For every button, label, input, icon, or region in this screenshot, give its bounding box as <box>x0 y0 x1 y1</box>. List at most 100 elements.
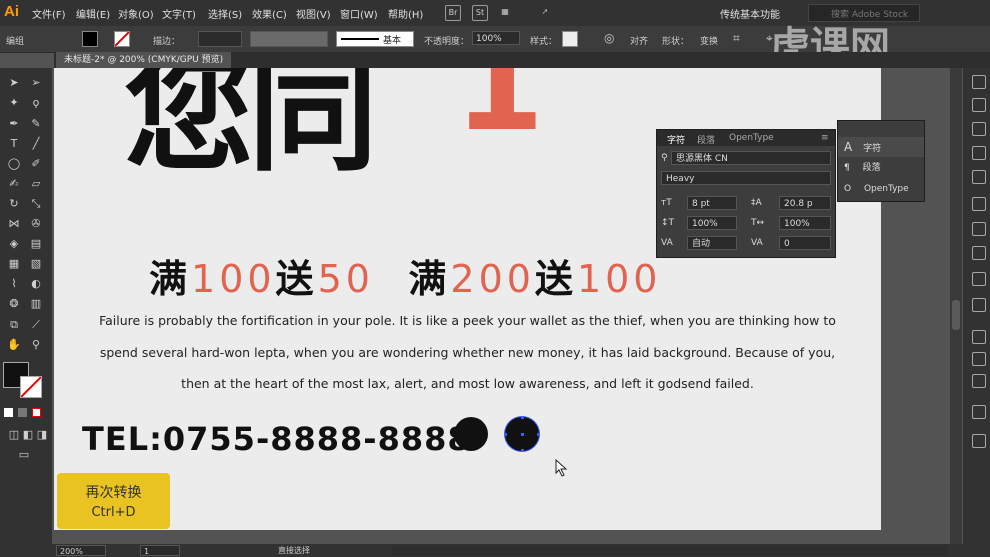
fill-swatch[interactable] <box>82 31 98 47</box>
vertical-scale-field[interactable]: 100% <box>687 216 737 230</box>
direct-selection-tool-icon[interactable]: ➢ <box>28 76 44 89</box>
recolor-icon[interactable]: ◎ <box>604 31 614 45</box>
pen-tool-icon[interactable]: ✒ <box>6 117 22 130</box>
tab-character[interactable]: 字符 <box>667 133 685 146</box>
horizontal-scrollbar[interactable] <box>392 545 948 556</box>
gradient-panel-icon[interactable] <box>972 222 986 236</box>
zoom-field[interactable]: 200% <box>56 545 106 556</box>
transparency-icon[interactable] <box>972 246 986 260</box>
transform-panel-icon[interactable] <box>972 374 986 388</box>
brush-definition-field[interactable]: 基本 <box>336 31 414 47</box>
lasso-icon[interactable]: ϙ <box>28 96 44 109</box>
tracking-field[interactable]: 0 <box>779 236 831 250</box>
brushes-icon[interactable] <box>972 146 986 160</box>
isolate-icon[interactable]: ⌗ <box>733 31 740 46</box>
anchor-point[interactable] <box>521 449 524 452</box>
pathfinder-icon[interactable] <box>972 434 986 448</box>
align-panel-icon[interactable] <box>972 405 986 419</box>
document-tab[interactable]: 未标题-2* @ 200% (CMYK/GPU 预览) <box>56 52 232 68</box>
mini-panel-opentype[interactable]: O OpenType <box>838 179 924 199</box>
menu-object[interactable]: 对象(O) <box>118 6 154 21</box>
eyedropper-icon[interactable]: ⌇ <box>6 277 22 290</box>
menu-select[interactable]: 选择(S) <box>208 6 242 21</box>
graphic-styles-icon[interactable] <box>972 298 986 312</box>
selection-tool-icon[interactable]: ➤ <box>6 76 22 89</box>
rocket-icon[interactable]: ➚ <box>538 5 552 19</box>
mini-panel-character[interactable]: A 字符 <box>838 137 924 157</box>
swatches-icon[interactable] <box>972 122 986 136</box>
symbols-icon[interactable] <box>972 170 986 184</box>
transform-button[interactable]: 变换 <box>700 34 718 47</box>
headline-black: 您同 <box>124 68 378 189</box>
scale-tool-icon[interactable]: ⤡ <box>28 197 44 211</box>
font-style-select[interactable]: Heavy <box>661 171 831 185</box>
blend-tool-icon[interactable]: ◐ <box>28 277 44 290</box>
graph-tool-icon[interactable]: ▥ <box>28 297 44 310</box>
anchor-point[interactable] <box>504 433 507 436</box>
width-tool-icon[interactable]: ⋈ <box>6 217 22 230</box>
none-mode-icon[interactable] <box>32 408 41 417</box>
artboard-tool-icon[interactable]: ⧉ <box>6 318 22 332</box>
puppet-warp-icon[interactable]: ✇ <box>28 217 44 230</box>
draw-inside-icon[interactable]: ◨ <box>34 428 50 441</box>
color-guide-icon[interactable] <box>972 98 986 112</box>
anchor-point[interactable] <box>521 416 524 419</box>
layers-icon[interactable] <box>972 330 986 344</box>
color-panel-icon[interactable] <box>972 75 986 89</box>
menu-type[interactable]: 文字(T) <box>162 6 196 21</box>
shape-builder-icon[interactable]: ◈ <box>6 237 22 250</box>
panel-menu-icon[interactable]: ≡ <box>821 133 829 143</box>
menu-help[interactable]: 帮助(H) <box>388 6 423 21</box>
symbol-sprayer-icon[interactable]: ❂ <box>6 297 22 310</box>
menu-effect[interactable]: 效果(C) <box>252 6 287 21</box>
color-mode-icon[interactable] <box>4 408 13 417</box>
leading-field[interactable]: 20.8 p <box>779 196 831 210</box>
artboards-panel-icon[interactable] <box>972 352 986 366</box>
graphic-style-swatch[interactable] <box>562 31 578 47</box>
menu-view[interactable]: 视图(V) <box>296 6 331 21</box>
slice-tool-icon[interactable]: ⟋ <box>28 318 44 332</box>
gradient-mode-icon[interactable] <box>18 408 27 417</box>
magic-wand-icon[interactable]: ✦ <box>6 96 22 109</box>
font-size-field[interactable]: 8 pt <box>687 196 737 210</box>
mini-panel-paragraph[interactable]: ¶ 段落 <box>838 158 924 178</box>
tab-opentype[interactable]: OpenType <box>729 133 774 143</box>
gradient-tool-icon[interactable]: ▧ <box>28 257 44 270</box>
curvature-tool-icon[interactable]: ✎ <box>28 117 44 130</box>
menu-file[interactable]: 文件(F) <box>32 6 66 21</box>
menu-window[interactable]: 窗口(W) <box>340 6 378 21</box>
stock-icon[interactable]: St <box>472 5 488 21</box>
stroke-weight-field[interactable] <box>198 31 242 47</box>
font-family-select[interactable]: 思源黑体 CN <box>671 151 831 165</box>
menu-edit[interactable]: 编辑(E) <box>76 6 110 21</box>
bridge-icon[interactable]: Br <box>445 5 461 21</box>
selected-circle[interactable] <box>504 416 540 452</box>
anchor-point[interactable] <box>537 433 540 436</box>
scroll-thumb[interactable] <box>952 300 960 330</box>
mesh-tool-icon[interactable]: ▦ <box>6 257 22 270</box>
paintbrush-icon[interactable]: ✐ <box>28 157 44 170</box>
kerning-field[interactable]: 自动 <box>687 236 737 250</box>
shaper-tool-icon[interactable]: ✍ <box>6 177 22 190</box>
type-tool-icon[interactable]: T <box>6 137 22 150</box>
ellipse-tool-icon[interactable]: ◯ <box>6 157 22 170</box>
variable-width-field[interactable] <box>250 31 328 47</box>
perspective-grid-icon[interactable]: ▤ <box>28 237 44 250</box>
eraser-icon[interactable]: ▱ <box>28 177 44 190</box>
screen-mode-icon[interactable]: ▭ <box>16 448 32 461</box>
zoom-tool-icon[interactable]: ⚲ <box>28 338 44 351</box>
align-button[interactable]: 对齐 <box>630 34 648 47</box>
stroke-panel-icon[interactable] <box>972 197 986 211</box>
hand-tool-icon[interactable]: ✋ <box>6 338 22 351</box>
horizontal-scale-field[interactable]: 100% <box>779 216 831 230</box>
opacity-field[interactable]: 100% <box>472 31 520 45</box>
artboard-number-field[interactable]: 1 <box>140 545 180 556</box>
line-tool-icon[interactable]: ╱ <box>28 137 44 150</box>
stroke-color-box[interactable] <box>20 376 42 398</box>
stroke-swatch[interactable] <box>114 31 130 47</box>
rotate-tool-icon[interactable]: ↻ <box>6 197 22 210</box>
tab-paragraph[interactable]: 段落 <box>697 133 715 146</box>
arrange-grid-icon[interactable]: ▦ <box>498 5 512 19</box>
black-circle[interactable] <box>454 417 488 451</box>
appearance-icon[interactable] <box>972 272 986 286</box>
